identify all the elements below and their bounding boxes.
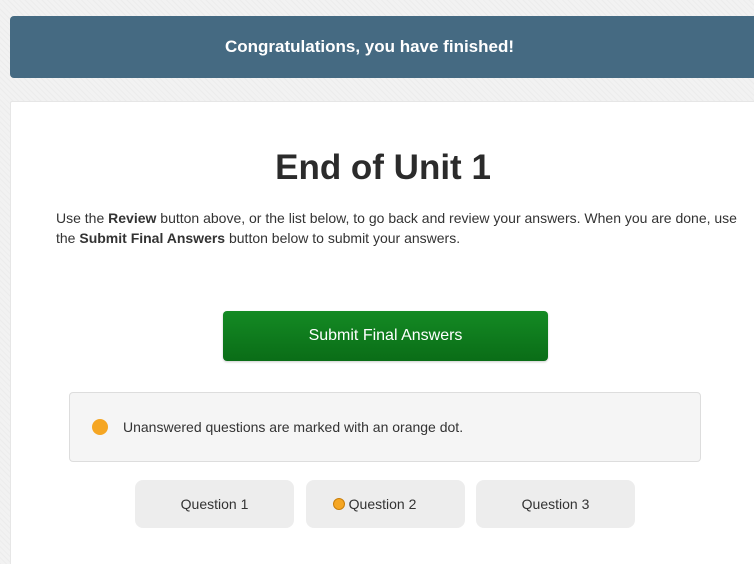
orange-dot-icon [92,419,108,435]
instructions-part-1: Use the [56,210,109,226]
instructions-text: Use the Review button above, or the list… [56,208,746,248]
unanswered-notice: Unanswered questions are marked with an … [69,392,701,462]
completion-banner: Congratulations, you have finished! [10,16,754,78]
submit-final-answers-button[interactable]: Submit Final Answers [223,311,548,361]
submit-keyword: Submit Final Answers [79,230,226,246]
question-1-label: Question 1 [180,496,249,512]
question-2-label: Question 2 [348,496,417,512]
question-3-button[interactable]: Question 3 [476,480,635,528]
question-3-label: Question 3 [521,496,590,512]
question-2-button[interactable]: Question 2 [306,480,465,528]
unit-summary-card: End of Unit 1 Use the Review button abov… [10,101,754,564]
instructions-part-3: button below to submit your answers. [225,230,461,246]
banner-text: Congratulations, you have finished! [224,37,515,56]
unanswered-dot-icon [332,498,345,510]
notice-text: Unanswered questions are marked with an … [123,419,464,435]
review-keyword: Review [108,210,157,226]
page-title: End of Unit 1 [275,148,491,187]
question-1-button[interactable]: Question 1 [135,480,294,528]
